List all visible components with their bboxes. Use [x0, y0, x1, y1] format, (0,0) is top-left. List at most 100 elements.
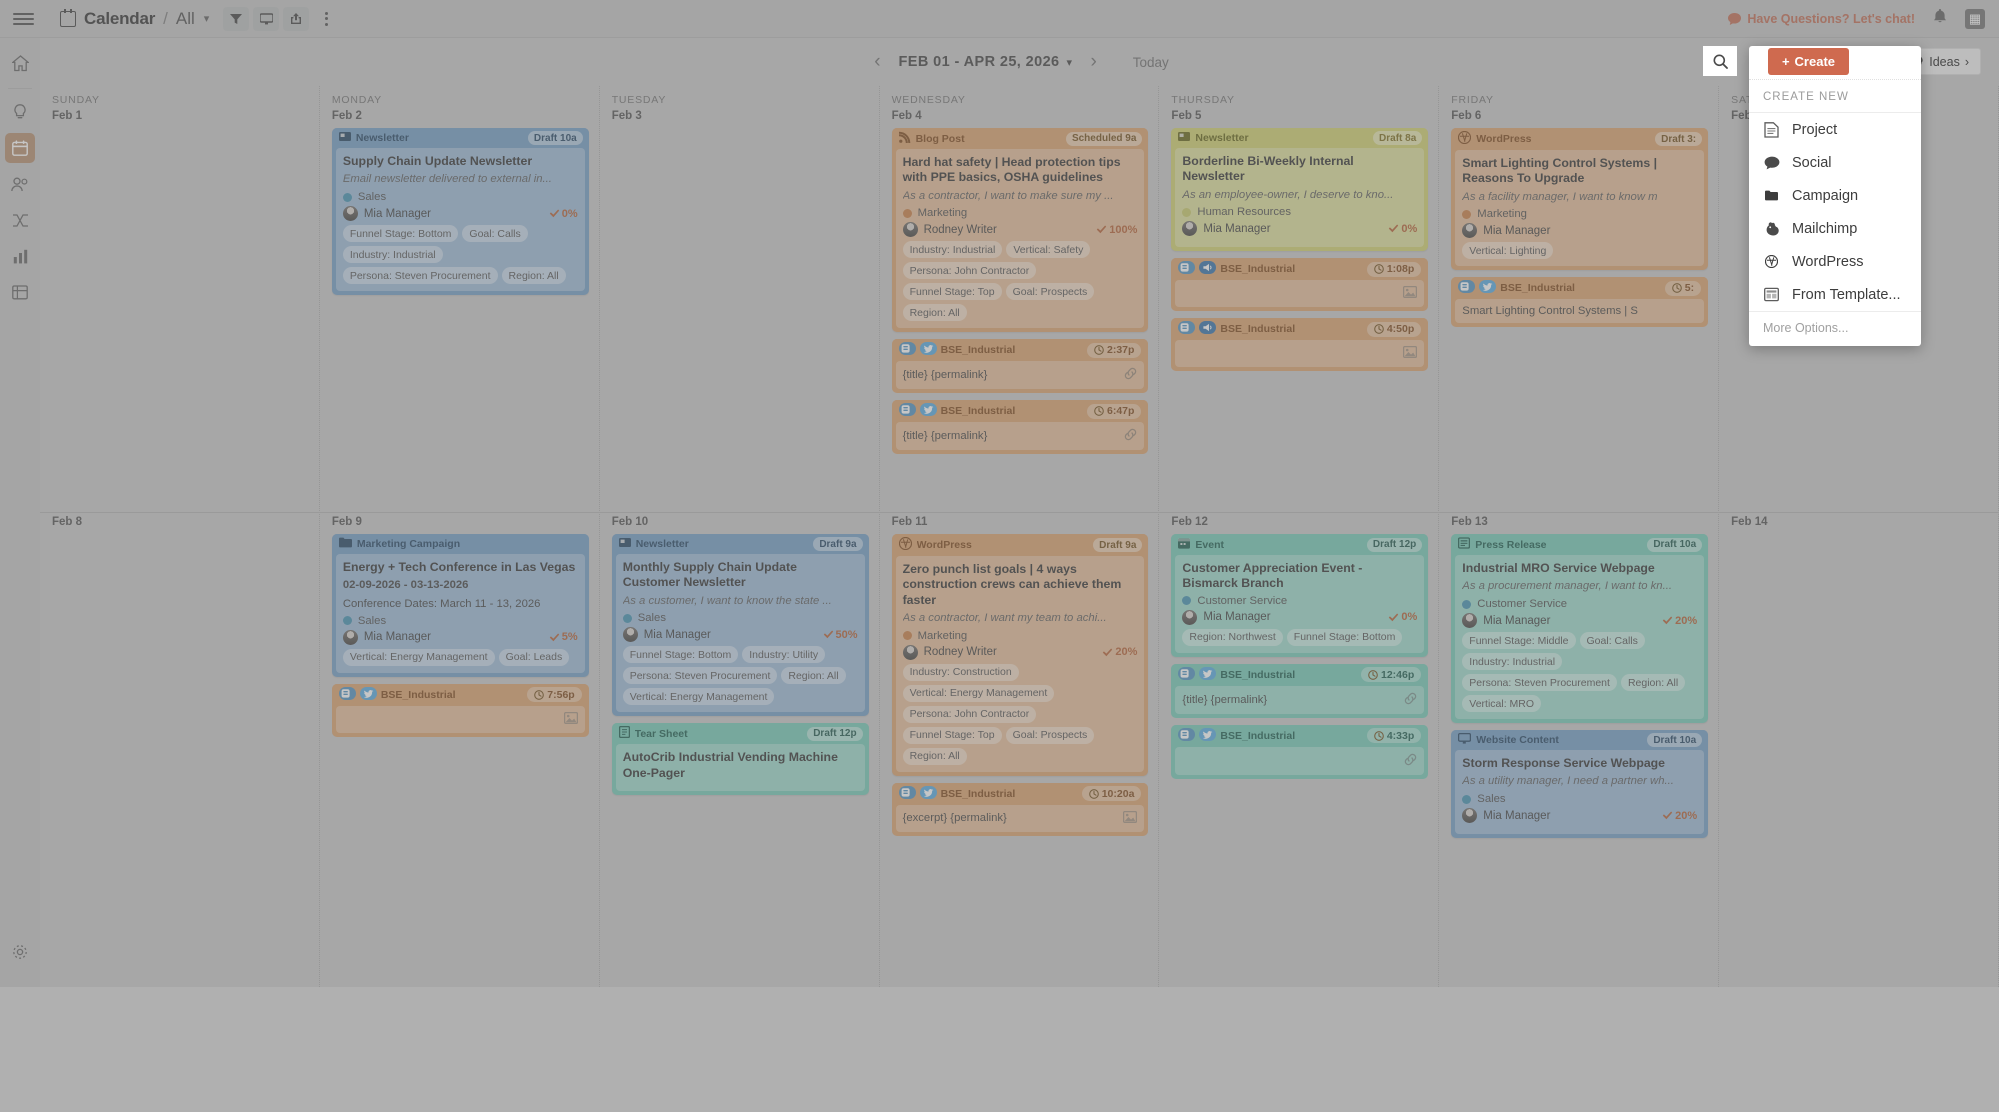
day-cell[interactable]: Feb 1 [40, 106, 319, 532]
day-cell[interactable]: Feb 4Blog PostScheduled 9aHard hat safet… [880, 106, 1159, 532]
day-cards: Marketing CampaignEnergy + Tech Conferen… [320, 534, 599, 737]
create-menu-item-wordpress[interactable]: WordPress [1749, 245, 1921, 278]
toolbar-buttons [223, 7, 335, 31]
rail-bottom-group [5, 937, 35, 987]
content-card[interactable]: WordPressDraft 9aZero punch list goals |… [892, 534, 1149, 776]
day-cell[interactable]: Feb 3 [600, 106, 879, 532]
day-name-header: WEDNESDAY [880, 86, 1159, 106]
social-post-card[interactable]: BSE_Industrial4:33p [1171, 725, 1428, 779]
twitter-icon [360, 687, 377, 703]
filter-icon[interactable] [223, 7, 249, 31]
social-card-body: {title} {permalink} [896, 422, 1145, 450]
social-post-card[interactable]: BSE_Industrial7:56p [332, 684, 589, 737]
notifications-bell-icon[interactable] [1933, 9, 1947, 29]
next-range-button[interactable]: › [1086, 51, 1100, 73]
create-menu-item-social[interactable]: Social [1749, 146, 1921, 179]
card-type-label: Newsletter [1195, 132, 1368, 144]
card-status-badge: Draft 12p [1367, 538, 1422, 552]
content-card[interactable]: NewsletterDraft 9aMonthly Supply Chain U… [612, 534, 869, 716]
card-subtitle: As an employee-owner, I deserve to kno..… [1182, 188, 1417, 203]
wordpress-icon [899, 537, 912, 553]
rail-workflow-icon[interactable] [5, 205, 35, 235]
social-post-card[interactable]: BSE_Industrial6:47p{title} {permalink} [892, 400, 1149, 454]
social-card-header: BSE_Industrial12:46p [1171, 664, 1428, 686]
day-cell[interactable]: Feb 14 [1719, 512, 1998, 1112]
card-status-badge: Draft 10a [1647, 538, 1702, 552]
day-cell[interactable]: Feb 5NewsletterDraft 8aBorderline Bi-Wee… [1159, 106, 1438, 532]
content-card[interactable]: EventDraft 12pCustomer Appreciation Even… [1171, 534, 1428, 657]
blogger-icon [339, 687, 356, 703]
create-menu-item-project[interactable]: Project [1749, 113, 1921, 146]
rail-people-icon[interactable] [5, 169, 35, 199]
chevron-down-icon[interactable]: ▾ [1067, 56, 1073, 69]
rail-ideas-icon[interactable] [5, 97, 35, 127]
prev-range-button[interactable]: ‹ [870, 51, 884, 73]
rail-settings-gear-icon[interactable] [5, 937, 35, 967]
social-post-card[interactable]: BSE_Industrial12:46p{title} {permalink} [1171, 664, 1428, 718]
social-post-card[interactable]: BSE_Industrial5:Smart Lighting Control S… [1451, 277, 1708, 327]
content-card[interactable]: Tear SheetDraft 12pAutoCrib Industrial V… [612, 723, 869, 795]
content-card[interactable]: WordPressDraft 3:Smart Lighting Control … [1451, 128, 1708, 270]
image-icon [1403, 286, 1417, 301]
share-icon[interactable] [283, 7, 309, 31]
category-color-dot [623, 614, 632, 623]
social-time-text: 7:56p [547, 689, 574, 701]
category-color-dot [1462, 210, 1471, 219]
day-cell[interactable]: Feb 12EventDraft 12pCustomer Appreciatio… [1159, 512, 1438, 1112]
create-button[interactable]: + Create [1768, 48, 1849, 75]
content-card[interactable]: Press ReleaseDraft 10aIndustrial MRO Ser… [1451, 534, 1708, 723]
content-card[interactable]: Website ContentDraft 10aStorm Response S… [1451, 730, 1708, 838]
card-header: Blog PostScheduled 9a [892, 128, 1149, 149]
view-name[interactable]: All [176, 9, 195, 29]
card-progress-value: 0% [1401, 223, 1417, 235]
create-menu-item-from-template[interactable]: From Template... [1749, 278, 1921, 311]
avatar [343, 630, 358, 645]
content-card[interactable]: Marketing CampaignEnergy + Tech Conferen… [332, 534, 589, 677]
day-cell[interactable]: Feb 13Press ReleaseDraft 10aIndustrial M… [1439, 512, 1718, 1112]
image-icon [564, 712, 578, 727]
chevron-down-icon[interactable]: ▾ [204, 12, 210, 25]
social-post-time: 1:08p [1367, 262, 1421, 277]
search-button[interactable] [1703, 46, 1737, 76]
card-tag: Vertical: Safety [1006, 241, 1090, 258]
display-icon[interactable] [253, 7, 279, 31]
social-post-card[interactable]: BSE_Industrial10:20a{excerpt} {permalink… [892, 783, 1149, 836]
card-type-label: Newsletter [636, 538, 809, 550]
social-post-card[interactable]: BSE_Industrial1:08p [1171, 258, 1428, 311]
content-card[interactable]: Blog PostScheduled 9aHard hat safety | H… [892, 128, 1149, 332]
day-cell[interactable]: Feb 6WordPressDraft 3:Smart Lighting Con… [1439, 106, 1718, 532]
create-menu-item-mailchimp[interactable]: Mailchimp [1749, 212, 1921, 245]
rail-calendar-icon[interactable] [5, 133, 35, 163]
social-account-name: BSE_Industrial [1220, 669, 1357, 681]
social-time-text: 6:47p [1107, 405, 1134, 417]
day-cell[interactable]: Feb 8 [40, 512, 319, 1112]
today-button[interactable]: Today [1133, 55, 1169, 70]
social-post-card[interactable]: BSE_Industrial2:37p{title} {permalink} [892, 339, 1149, 393]
content-card[interactable]: NewsletterDraft 8aBorderline Bi-Weekly I… [1171, 128, 1428, 251]
day-cards: EventDraft 12pCustomer Appreciation Even… [1159, 534, 1438, 779]
card-type-label: Press Release [1475, 539, 1642, 551]
card-category-label: Sales [358, 191, 386, 203]
date-range-label[interactable]: FEB 01 - APR 25, 2026 ▾ [899, 54, 1073, 70]
twitter-icon [920, 342, 937, 358]
avatar [1182, 610, 1197, 625]
social-post-time: 4:33p [1367, 728, 1421, 743]
menu-hamburger-icon[interactable] [0, 13, 46, 25]
day-cell[interactable]: Feb 9Marketing CampaignEnergy + Tech Con… [320, 512, 599, 1112]
content-card[interactable]: NewsletterDraft 10aSupply Chain Update N… [332, 128, 589, 295]
card-title: AutoCrib Industrial Vending Machine One-… [623, 750, 858, 781]
social-post-card[interactable]: BSE_Industrial4:50p [1171, 318, 1428, 371]
create-menu-item-campaign[interactable]: Campaign [1749, 179, 1921, 212]
day-cell[interactable]: Feb 2NewsletterDraft 10aSupply Chain Upd… [320, 106, 599, 532]
card-type-label: Blog Post [916, 133, 1061, 145]
more-options-item[interactable]: More Options... [1749, 311, 1921, 346]
blogger-icon [1458, 280, 1475, 296]
help-chat-link[interactable]: Have Questions? Let's chat! [1728, 12, 1915, 26]
apps-grid-button[interactable]: ▦ [1965, 9, 1985, 29]
rail-home-icon[interactable] [5, 48, 35, 78]
day-cell[interactable]: Feb 10NewsletterDraft 9aMonthly Supply C… [600, 512, 879, 1112]
more-vertical-icon[interactable] [317, 12, 335, 26]
day-cell[interactable]: Feb 11WordPressDraft 9aZero punch list g… [880, 512, 1159, 1112]
rail-assets-icon[interactable] [5, 277, 35, 307]
rail-analytics-icon[interactable] [5, 241, 35, 271]
